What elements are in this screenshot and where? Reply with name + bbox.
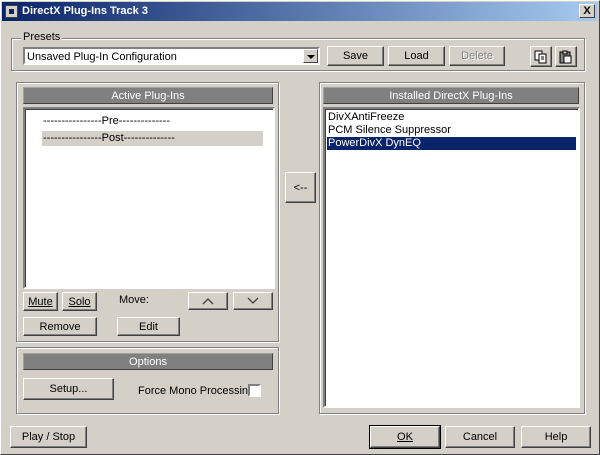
cancel-label: Cancel [462,431,498,443]
move-label: Move: [119,294,149,306]
copy-icon [534,50,547,63]
app-icon [5,5,18,18]
list-item-selected[interactable]: PowerDivX DynEQ [327,137,576,150]
installed-plugins-header: Installed DirectX Plug-Ins [323,87,579,104]
help-button[interactable]: Help [521,426,591,448]
cancel-button[interactable]: Cancel [445,426,515,448]
remove-button[interactable]: Remove [23,317,97,336]
move-up-button[interactable] [188,292,228,310]
preset-combo[interactable]: Unsaved Plug-In Configuration [23,47,320,65]
active-plugins-header: Active Plug-Ins [23,87,273,104]
presets-group-label: Presets [21,31,63,43]
mute-label: Mute [28,295,53,308]
active-plugins-list[interactable]: ----------------Pre-------------- ------… [23,107,275,289]
solo-label: Solo [68,295,91,308]
ok-button[interactable]: OK [369,425,441,449]
list-item[interactable]: DivXAntiFreeze [327,111,576,124]
play-stop-button[interactable]: Play / Stop [10,426,87,448]
chevron-up-icon [202,298,214,305]
list-item[interactable]: PCM Silence Suppressor [327,124,576,137]
chevron-down-icon [247,297,259,304]
window-title: DirectX Plug-Ins Track 3 [22,5,148,17]
close-button[interactable]: X [579,4,595,18]
add-plugin-button[interactable]: <-- [285,172,316,203]
mute-button[interactable]: Mute [23,292,58,311]
title-bar: DirectX Plug-Ins Track 3 X [2,2,598,21]
remove-label: Remove [39,320,81,333]
move-down-button[interactable] [233,292,273,310]
copy-button[interactable] [530,46,552,67]
force-mono-label: Force Mono Processing [138,385,255,397]
delete-preset-button[interactable]: Delete [449,46,505,66]
paste-button[interactable] [555,46,577,67]
save-preset-button[interactable]: Save [327,46,384,66]
options-header: Options [23,353,273,370]
solo-button[interactable]: Solo [62,292,97,311]
setup-button[interactable]: Setup... [23,378,114,400]
force-mono-checkbox[interactable] [248,384,261,397]
help-label: Help [544,431,568,443]
edit-button[interactable]: Edit [117,317,180,336]
installed-plugins-list[interactable]: DivXAntiFreeze PCM Silence Suppressor Po… [323,107,580,408]
preset-combo-value: Unsaved Plug-In Configuration [27,51,177,63]
paste-icon [559,50,572,63]
plugins-dialog: DirectX Plug-Ins Track 3 X Presets Unsav… [0,0,600,455]
load-preset-button[interactable]: Load [388,46,445,66]
edit-label: Edit [139,320,158,333]
list-item[interactable]: ----------------Pre-------------- [42,115,170,128]
ok-label: OK [397,431,413,443]
chevron-down-icon[interactable] [303,49,318,63]
list-item[interactable]: ----------------Post-------------- [42,131,263,146]
